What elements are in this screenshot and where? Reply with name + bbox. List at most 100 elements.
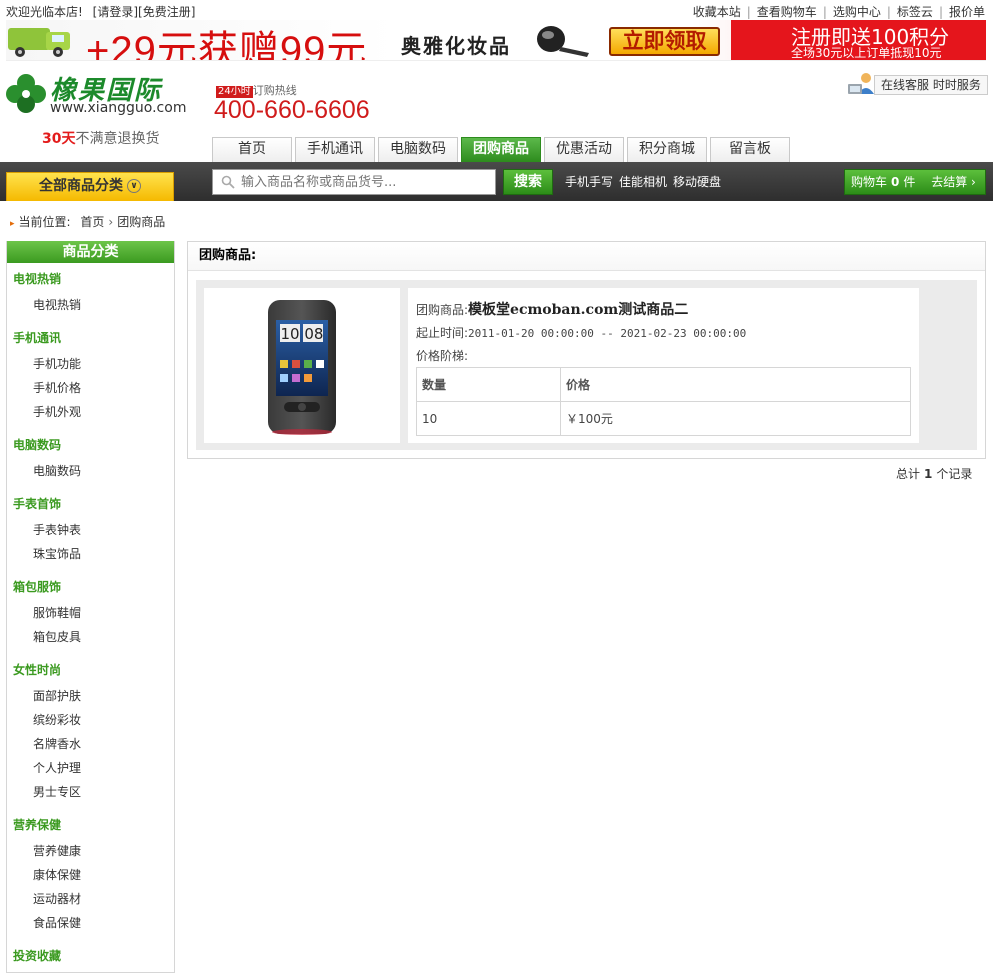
category-item[interactable]: 食品保健 [33,914,81,931]
goods-item: 10 08 团购商品:模板堂ecmoban.com测试商品二 起止时间:2011… [196,280,977,450]
hot-keyword[interactable]: 移动硬盘 [673,175,721,189]
category-group-title[interactable]: 投资收藏 [13,947,61,964]
tag-cloud-link[interactable]: 标签云 [897,5,933,19]
view-cart-link[interactable]: 查看购物车 [757,5,817,19]
hotline: 24小时 订购热线 400-660-6606 [214,82,370,124]
goods-info: 团购商品:模板堂ecmoban.com测试商品二 起止时间:2011-01-20… [408,288,919,443]
tab-computer[interactable]: 电脑数码 [378,137,458,162]
category-item[interactable]: 手机功能 [33,355,81,372]
category-item[interactable]: 电视热销 [33,296,81,313]
table-row: 10 ￥100元 [416,401,911,436]
category-item[interactable]: 电脑数码 [33,462,81,479]
category-group-title[interactable]: 手机通讯 [13,329,61,346]
breadcrumb-separator-icon: › [108,215,114,229]
period-row: 起止时间:2011-01-20 00:00:00 -- 2021-02-23 0… [416,324,746,341]
category-item[interactable]: 运动器材 [33,890,81,907]
table-cell-price: ￥100元 [560,401,911,436]
table-cell-quantity: 10 [416,401,561,436]
category-item[interactable]: 面部护肤 [33,687,81,704]
breadcrumb-home[interactable]: 首页 [80,215,104,229]
register-link[interactable]: [免费注册] [138,5,195,19]
bookmark-link[interactable]: 收藏本站 [693,5,741,19]
goods-image[interactable]: 10 08 [204,288,400,443]
promo-text: +29元获赠99元 [86,29,368,61]
cart-count: 0 [891,175,900,189]
period-label: 起止时间: [416,326,469,340]
quote-link[interactable]: 报价单 [949,5,985,19]
top-bar-links: 收藏本站 | 查看购物车 | 选购中心 | 标签云 | 报价单 [692,5,985,19]
category-item[interactable]: 手表钟表 [33,521,81,538]
category-group-title[interactable]: 电视热销 [13,270,61,287]
total-prefix: 总计 [896,467,921,481]
category-item[interactable]: 缤纷彩妆 [33,711,81,728]
cart-button[interactable]: 购物车 0 件 去结算 › [844,169,986,195]
period-value: 2011-01-20 00:00:00 -- 2021-02-23 00:00:… [468,327,747,340]
search-button[interactable]: 搜索 [503,169,553,195]
goods-name-row: 团购商品:模板堂ecmoban.com测试商品二 [416,299,688,319]
welcome-text: 欢迎光临本店! [6,5,83,19]
total-suffix: 个记录 [936,467,973,481]
checkout-link[interactable]: 去结算 › [931,175,976,189]
record-total: 总计 1 个记录 [896,465,972,482]
cart-label: 购物车 [851,175,888,189]
top-bar: 欢迎光临本店! [请登录][免费注册] 收藏本站 | 查看购物车 | 选购中心 | 标签云 |… [0,0,993,20]
search-input[interactable] [241,173,491,191]
pick-center-link[interactable]: 选购中心 [833,5,881,19]
search-box [212,169,496,195]
table-header-price: 价格 [560,367,911,402]
goods-label: 团购商品: [416,303,469,317]
category-group-title[interactable]: 电脑数码 [13,436,61,453]
hot-keyword[interactable]: 手机手写 [565,175,613,189]
phone-image-icon: 10 08 [268,300,336,435]
all-categories-label: 全部商品分类 [39,178,123,194]
category-item[interactable]: 服饰鞋帽 [33,604,81,621]
breadcrumb-current: 团购商品 [117,215,166,229]
site-logo[interactable]: 橡果国际 www.xiangguo.com [4,72,194,122]
register-promo-subtitle: 全场30元以上订单抵现10元 [791,46,942,60]
tab-mobile[interactable]: 手机通讯 [295,137,375,162]
category-item[interactable]: 营养健康 [33,842,81,859]
tab-guestbook[interactable]: 留言板 [710,137,790,162]
login-link[interactable]: [请登录] [93,5,138,19]
register-promo[interactable]: 注册即送100积分 全场30元以上订单抵现10元 [731,20,986,60]
category-item[interactable]: 康体保健 [33,866,81,883]
promo-banner[interactable]: +29元获赠99元 奥雅化妆品 立即领取 注册即送100积分 全场30元以上订单… [6,20,986,61]
category-item[interactable]: 个人护理 [33,759,81,776]
chevron-down-icon: ∨ [127,179,141,193]
panel-title: 团购商品: [188,242,985,271]
category-group-title[interactable]: 营养保健 [13,816,61,833]
claim-button[interactable]: 立即领取 [609,27,720,56]
banner-brand: 奥雅化妆品 [401,34,511,58]
table-header-quantity: 数量 [416,367,561,402]
hot-keywords: 手机手写 佳能相机 移动硬盘 [565,173,727,190]
category-item[interactable]: 珠宝饰品 [33,545,81,562]
tab-points-mall[interactable]: 积分商城 [627,137,707,162]
phone-clock-text: 10 08 [281,325,324,343]
category-item[interactable]: 手机外观 [33,403,81,420]
tab-group-buy[interactable]: 团购商品 [461,137,541,162]
hotline-number: 400-660-6606 [214,96,370,124]
category-item[interactable]: 男士专区 [33,783,81,800]
table-header-row: 数量 价格 [416,367,911,402]
tab-home[interactable]: 首页 [212,137,292,162]
category-item[interactable]: 名牌香水 [33,735,81,752]
logo-url: www.xiangguo.com [50,100,187,116]
search-bar: 全部商品分类 ∨ 搜索 手机手写佳能相机移动硬盘 购物车0件 去结算 › [0,162,993,201]
tab-promotions[interactable]: 优惠活动 [544,137,624,162]
hot-keyword[interactable]: 佳能相机 [619,175,667,189]
clover-logo-icon [6,74,46,113]
cosmetic-compact-icon [537,26,589,57]
guarantee-days: 30天 [42,131,76,147]
category-item[interactable]: 箱包皮具 [33,628,81,645]
group-buy-panel: 团购商品: 10 08 团购商品:模板堂ecmoban.com测试商品二 起止时… [187,241,986,459]
category-group-title[interactable]: 女性时尚 [13,661,61,678]
breadcrumb-arrow-icon: ▸ [10,219,15,229]
total-count: 1 [924,467,933,481]
all-categories-button[interactable]: 全部商品分类 ∨ [6,172,174,201]
goods-name-link[interactable]: 模板堂ecmoban.com测试商品二 [468,302,688,318]
category-item[interactable]: 手机价格 [33,379,81,396]
category-group-title[interactable]: 箱包服饰 [13,578,61,595]
online-service-label: 在线客服 时时服务 [874,75,988,95]
category-group-title[interactable]: 手表首饰 [13,495,61,512]
ladder-label: 价格阶梯: [416,349,469,363]
